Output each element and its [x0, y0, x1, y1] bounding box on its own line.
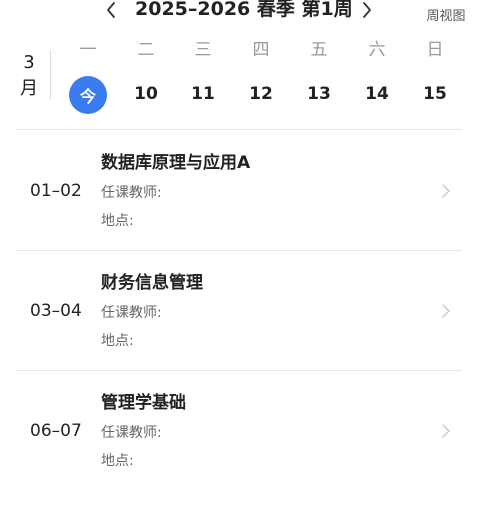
course-name: 管理学基础 — [101, 393, 186, 413]
date-number: 12 — [249, 84, 273, 104]
day-monday[interactable]: 一 今 — [66, 38, 110, 118]
date-number: 14 — [365, 84, 389, 104]
date-number: 13 — [307, 84, 331, 104]
weekday-label: 一 — [79, 40, 97, 60]
month-divider — [50, 50, 51, 100]
course-location: 地点: — [101, 333, 134, 349]
weekday-label: 三 — [194, 40, 212, 60]
day-thursday[interactable]: 四 12 — [239, 38, 283, 118]
day-wednesday[interactable]: 三 11 — [181, 38, 225, 118]
course-name: 财务信息管理 — [101, 273, 203, 293]
weekday-label: 四 — [252, 40, 270, 60]
week-view-label: 周视图 — [426, 9, 466, 24]
chevron-right-icon[interactable] — [440, 422, 452, 440]
day-tuesday[interactable]: 二 10 — [124, 38, 168, 118]
week-view-button[interactable]: 周视图 — [418, 0, 474, 30]
day-friday[interactable]: 五 13 — [297, 38, 341, 118]
semester-title: 2025–2026 春季 第1周 — [135, 0, 353, 20]
weekday-label: 二 — [137, 40, 155, 60]
course-location: 地点: — [101, 213, 134, 229]
course-name: 数据库原理与应用A — [101, 153, 251, 173]
weekday-label: 六 — [368, 40, 386, 60]
today-badge[interactable]: 今 — [69, 76, 107, 114]
date-number: 10 — [134, 84, 158, 104]
course-card[interactable]: 06–07 管理学基础 任课教师: 地点: — [0, 372, 480, 490]
day-saturday[interactable]: 六 14 — [355, 38, 399, 118]
weekday-label: 日 — [426, 40, 444, 60]
chevron-right-icon[interactable] — [440, 302, 452, 320]
header: 2025–2026 春季 第1周 周视图 — [0, 0, 480, 30]
divider — [16, 129, 462, 130]
next-week-button[interactable] — [352, 0, 382, 23]
month-label: 3 月 — [20, 52, 38, 99]
course-card[interactable]: 01–02 数据库原理与应用A 任课教师: 地点: — [0, 132, 480, 250]
course-period: 01–02 — [30, 181, 82, 201]
course-period: 03–04 — [30, 301, 82, 321]
day-sunday[interactable]: 日 15 — [413, 38, 457, 118]
divider — [16, 370, 462, 371]
course-teacher: 任课教师: — [101, 305, 162, 321]
prev-week-button[interactable] — [96, 0, 126, 23]
course-teacher: 任课教师: — [101, 185, 162, 201]
course-teacher: 任课教师: — [101, 425, 162, 441]
chevron-right-icon[interactable] — [440, 182, 452, 200]
weekday-label: 五 — [310, 40, 328, 60]
divider — [16, 250, 462, 251]
date-number: 15 — [423, 84, 447, 104]
course-period: 06–07 — [30, 421, 82, 441]
course-location: 地点: — [101, 453, 134, 469]
date-number: 11 — [191, 84, 215, 104]
chevron-right-icon — [363, 2, 371, 18]
course-card[interactable]: 03–04 财务信息管理 任课教师: 地点: — [0, 252, 480, 370]
chevron-left-icon — [107, 2, 115, 18]
